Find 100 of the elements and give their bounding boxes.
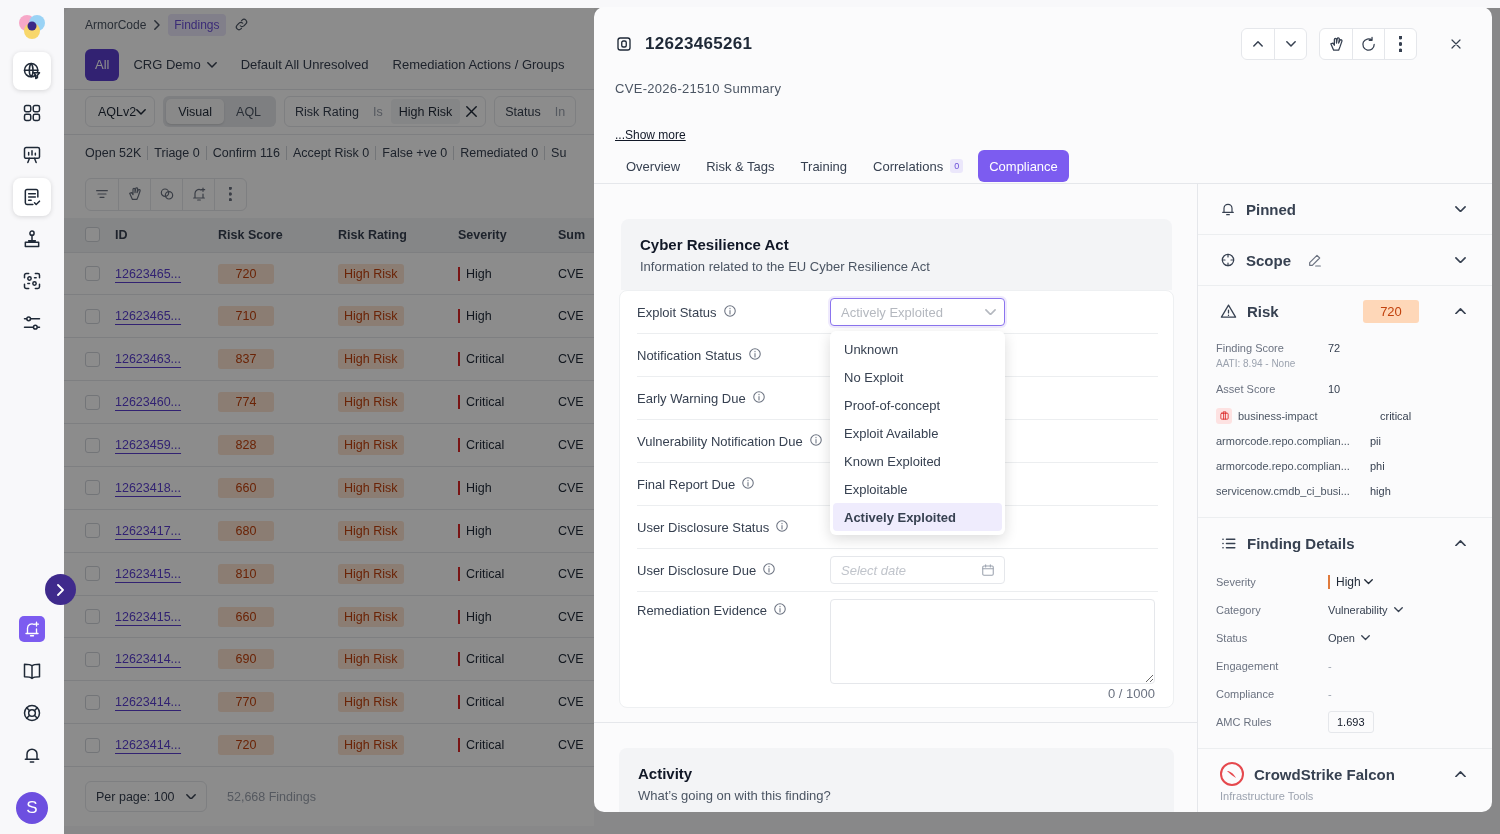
date-field[interactable]: Select date [830,556,1005,584]
scan-icon [22,271,42,291]
checkbox[interactable] [85,351,100,367]
rules-count[interactable]: 1.693 [1328,711,1374,733]
filter-field[interactable]: Risk Rating [289,104,365,119]
finding-id-link[interactable]: 12623414... [115,695,182,710]
risk-score-badge: 810 [218,563,274,584]
tab[interactable]: Correlations 0 [862,150,975,182]
checkbox[interactable] [85,394,100,410]
lifebuoy-icon [22,703,42,723]
finding-id-link[interactable]: 12623415... [115,609,182,624]
status-count[interactable]: Accept Risk 0 [285,146,376,161]
joystick-icon [22,229,42,249]
checkbox[interactable] [85,437,100,453]
finding-id-link[interactable]: 12623414... [115,652,182,667]
language-select[interactable]: AQLv2 [85,96,156,128]
bell-sparkle-icon [23,620,41,638]
chevron-down-icon [1363,579,1373,585]
filter-value[interactable]: High Risk [390,99,461,125]
view-tab[interactable]: All [85,48,120,81]
section-title[interactable]: Pinned [1246,200,1296,218]
column-header[interactable]: Severity [458,227,558,242]
info-icon [751,389,766,404]
tab[interactable]: Compliance [978,150,1069,182]
value-select[interactable]: Vulnerability [1328,604,1403,616]
tag-key: business-impact [1238,409,1318,422]
finding-id-link[interactable]: 12623417... [115,523,182,538]
falcon-logo-icon [1220,762,1244,786]
checkbox[interactable] [85,227,100,243]
user-avatar[interactable]: S [16,792,48,824]
mode-option[interactable]: AQL [224,99,274,125]
sidebar-item[interactable] [13,178,51,216]
view-tab[interactable]: Remediation Actions / Groups [382,48,575,81]
dropdown-option[interactable]: No Exploit [833,363,1002,391]
checkbox[interactable] [85,480,100,496]
status-count[interactable]: Remediated 0 [453,146,545,161]
dropdown-option[interactable]: Exploit Available [833,419,1002,447]
dropdown-option[interactable]: Proof-of-concept [833,391,1002,419]
view-tab[interactable]: Default All Unresolved [230,48,379,81]
checkbox[interactable] [85,308,100,324]
dropdown-option[interactable]: Exploitable [833,475,1002,503]
chevron-right-icon [154,19,161,30]
field-label: Final Report Due [637,476,736,492]
show-more-link[interactable]: ...Show more [615,128,686,142]
section-title[interactable]: Scope [1246,251,1291,269]
finding-id-link[interactable]: 12623415... [115,566,182,581]
risk-rating-badge: High Risk [338,349,404,370]
book-icon [22,661,42,681]
status-count[interactable]: Triage 0 [147,146,206,161]
checkbox[interactable] [85,694,100,710]
risk-rating-badge: High Risk [338,477,404,498]
status-count[interactable]: Su [544,146,573,161]
finding-id-link[interactable]: 12623460... [115,395,182,410]
section-title[interactable]: CrowdStrike Falcon [1254,765,1395,783]
sidebar-item[interactable] [13,52,51,90]
column-header[interactable]: Risk Score [218,227,338,242]
finding-id-link[interactable]: 12623459... [115,438,182,452]
checkbox[interactable] [85,737,100,753]
view-tab[interactable]: CRG Demo [123,48,227,81]
summary-cell-text: CVE [558,266,585,281]
status-count[interactable]: Confirm 116 [205,146,286,161]
finding-id-link[interactable]: 12623465... [115,309,182,324]
finding-id-link[interactable]: 12623463... [115,352,182,367]
tab[interactable]: Training [789,150,859,182]
checkbox[interactable] [85,651,100,667]
per-page-select[interactable]: Per page: 100 [85,781,207,813]
risk-score-badge: 837 [218,349,274,370]
column-header[interactable]: Sum [558,227,594,242]
tab[interactable]: Overview [615,150,692,182]
section-title[interactable]: Finding Details [1247,534,1355,552]
dropdown-option[interactable]: Actively Exploited [833,503,1002,531]
expand-button[interactable] [45,574,76,605]
more-icon [229,187,232,202]
checkbox[interactable] [85,266,100,281]
status-count[interactable]: Open 52K [85,146,148,161]
finding-id-link[interactable]: 12623414... [115,738,182,753]
checkbox[interactable] [85,566,100,582]
filter-field[interactable]: Status [499,104,547,119]
pencil-icon [1307,252,1323,268]
summary-cell-text: CVE [558,480,585,495]
finding-id-link[interactable]: 12623465... [115,266,182,281]
character-counter: 0 / 1000 [1108,686,1155,701]
column-header[interactable]: ID [115,227,218,242]
value-select[interactable]: Open [1328,632,1370,644]
finding-id-link[interactable]: 12623418... [115,480,182,495]
dropdown-option[interactable]: Unknown [833,335,1002,363]
summary-cell-text: CVE [558,695,585,710]
section-title[interactable]: Risk [1247,302,1279,320]
tab[interactable]: Risk & Tags [695,150,786,182]
checkbox[interactable] [85,523,100,539]
mode-option[interactable]: Visual [166,99,225,125]
risk-score-badge: 720 [218,263,274,284]
checkbox[interactable] [85,609,100,624]
edit-button[interactable] [1307,252,1323,268]
risk-rating-badge: High Risk [338,435,404,455]
dropdown-option[interactable]: Known Exploited [833,447,1002,475]
status-count[interactable]: False +ve 0 [375,146,454,161]
column-header[interactable]: Risk Rating [338,227,458,242]
breadcrumb-link[interactable]: ArmorCode [85,17,147,32]
severity-select[interactable]: High [1328,575,1373,589]
